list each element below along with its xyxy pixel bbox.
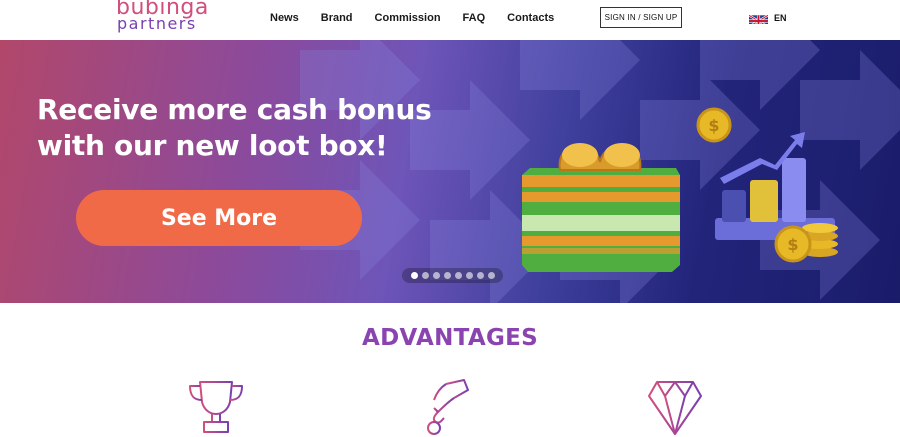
nav-faq[interactable]: FAQ <box>463 11 486 25</box>
nav-commission[interactable]: Commission <box>375 11 441 25</box>
uk-flag-icon <box>749 12 768 24</box>
language-label: EN <box>774 13 787 23</box>
carousel-dot[interactable] <box>443 272 451 279</box>
nav-news[interactable]: News <box>270 11 299 25</box>
site-header: bubinga partners News Brand Commission F… <box>0 0 900 40</box>
carousel-dot[interactable] <box>421 272 429 279</box>
carousel-dot[interactable] <box>410 272 418 279</box>
diamond-icon <box>648 381 702 435</box>
gift-box-icon <box>522 143 680 272</box>
main-nav: News Brand Commission FAQ Contacts <box>270 11 576 25</box>
carousel-dot[interactable] <box>476 272 484 279</box>
language-selector[interactable]: EN <box>749 12 787 24</box>
carousel-dot[interactable] <box>432 272 440 279</box>
logo[interactable]: bubinga partners <box>116 0 208 37</box>
svg-text:$: $ <box>787 235 798 254</box>
carousel-dot[interactable] <box>465 272 473 279</box>
hero-banner: Receive more cash bonus with our new loo… <box>0 40 900 303</box>
carousel-pagination <box>402 268 503 283</box>
nav-brand[interactable]: Brand <box>321 11 353 25</box>
logo-subtitle: partners <box>117 14 197 33</box>
advantages-heading: ADVANTAGES <box>361 325 539 351</box>
hand-coin-icon <box>427 379 469 435</box>
nav-contacts[interactable]: Contacts <box>507 11 554 25</box>
coin-icon: $ <box>696 107 732 143</box>
carousel-dot[interactable] <box>487 272 495 279</box>
giftbox-chart-illustration: $ $ <box>522 107 838 272</box>
trophy-icon <box>189 381 243 433</box>
carousel-dot[interactable] <box>454 272 462 279</box>
signin-signup-button[interactable]: SIGN IN / SIGN UP <box>600 7 682 28</box>
coin-stack-icon: $ <box>774 223 838 263</box>
svg-text:$: $ <box>708 116 719 135</box>
